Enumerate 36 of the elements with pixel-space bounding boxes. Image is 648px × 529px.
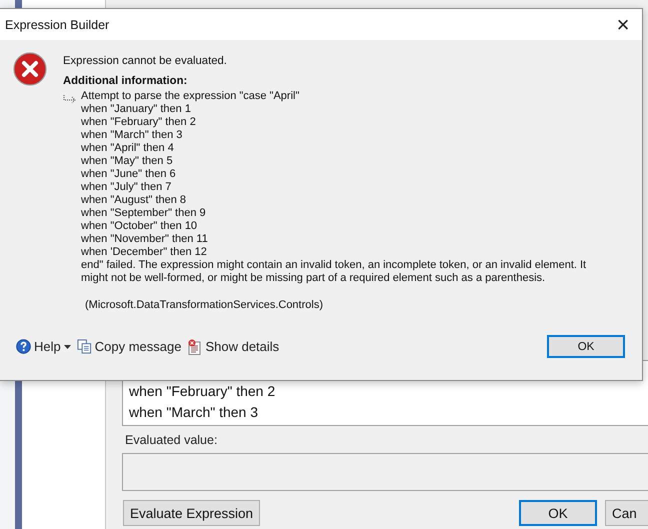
failure-text: end" failed. The expression might contain an invalid token, an incomplete token, or an invalid element. It might not be well-formed, or might be missing part of a required element such as a parenthesis. [81, 259, 588, 285]
detail-line: when "February" then 2 [81, 116, 197, 129]
arrow-icon [63, 95, 77, 103]
help-button[interactable]: Help [16, 339, 71, 354]
evaluated-value-label: Evaluated value: [125, 433, 218, 447]
window-title: Expression Builder [5, 18, 110, 32]
detail-line: when "June" then 6 [81, 168, 177, 181]
copy-icon [76, 339, 92, 354]
expression-line: when "February" then 2 [129, 382, 276, 401]
evaluate-button[interactable]: Evaluate Expression [123, 500, 260, 526]
detail-line: when "September" then 9 [81, 207, 207, 220]
cancel-button[interactable]: Can [605, 500, 648, 526]
show-details-button[interactable]: Show details [187, 338, 280, 354]
detail-line: when "April" then 4 [81, 142, 175, 155]
additional-info-heading: Additional information: [63, 75, 188, 87]
detail-line: when "October" then 10 [81, 220, 198, 233]
help-icon [16, 339, 31, 354]
error-icon [13, 52, 47, 86]
detail-line: when "January" then 1 [81, 103, 192, 116]
close-button[interactable]: × [608, 10, 638, 40]
detail-line: Attempt to parse the expression "case "April" [81, 90, 300, 103]
detail-line: when "March" then 3 [81, 129, 184, 142]
error-message: Expression cannot be evaluated. [63, 55, 228, 67]
copy-message-button[interactable]: Copy message [76, 339, 182, 354]
document-error-icon [187, 338, 202, 354]
detail-line: when "May" then 5 [81, 155, 174, 168]
detail-line: when 'December" then 12 [81, 246, 208, 259]
evaluated-value-field[interactable] [122, 453, 648, 491]
caret-icon [64, 344, 71, 348]
detail-line: when "November" then 11 [81, 233, 209, 246]
expression-line: when "March" then 3 [129, 403, 260, 422]
source-text: (Microsoft.DataTransformationServices.Controls) [85, 299, 324, 312]
detail-line: when "August" then 8 [81, 194, 188, 207]
detail-line: when "July" then 7 [81, 181, 172, 194]
ok-button[interactable]: OK [547, 335, 625, 358]
ok-button[interactable]: OK [519, 500, 597, 526]
